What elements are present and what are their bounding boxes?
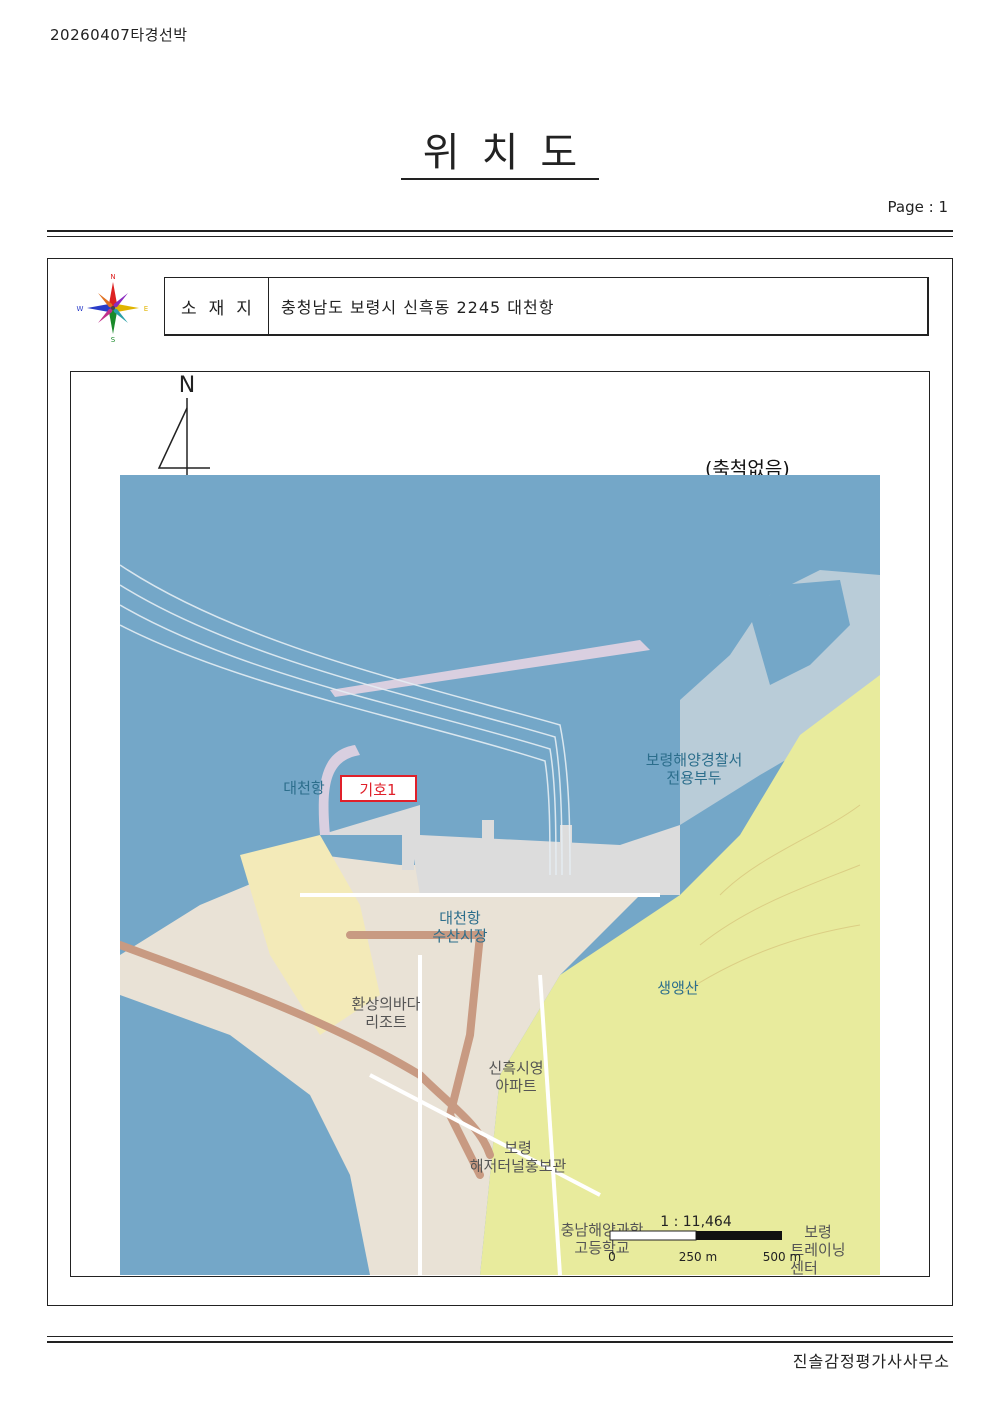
svg-text:전용부두: 전용부두 xyxy=(666,769,721,787)
bottom-rule-thin xyxy=(47,1336,953,1337)
compass-rose-icon: N S E W xyxy=(77,273,149,344)
svg-text:수산시장: 수산시장 xyxy=(432,927,487,945)
bottom-rule xyxy=(47,1341,953,1343)
location-map: 대천항 보령해양경찰서 전용부두 대천항 수산시장 생앵산 환상의바다 리조트 … xyxy=(120,475,880,1275)
label-training-center: 보령 xyxy=(804,1223,832,1241)
label-fish-market: 대천항 xyxy=(439,909,481,927)
svg-text:W: W xyxy=(77,305,84,313)
address-label: 소재지 xyxy=(165,278,269,334)
marker-label: 기호1 xyxy=(359,781,396,799)
svg-text:N: N xyxy=(179,373,195,398)
office-name: 진솔감정평가사사무소 xyxy=(792,1352,950,1371)
address-box: 소재지 충청남도 보령시 신흑동 2245 대천항 xyxy=(164,277,929,336)
label-resort: 환상의바다 xyxy=(351,995,420,1013)
svg-text:500 m: 500 m xyxy=(763,1250,801,1264)
document-id: 20260407타경선박 xyxy=(50,26,188,44)
svg-text:해저터널홍보관: 해저터널홍보관 xyxy=(470,1157,567,1175)
svg-text:S: S xyxy=(111,336,116,344)
svg-text:고등학교: 고등학교 xyxy=(574,1239,629,1257)
label-saengaeng-mountain: 생앵산 xyxy=(657,979,699,997)
page-number: Page : 1 xyxy=(887,198,948,216)
top-rule-thin xyxy=(47,236,953,237)
label-apartment: 신흑시영 xyxy=(488,1059,543,1077)
top-rule xyxy=(47,230,953,232)
label-tunnel-hall: 보령 xyxy=(504,1139,532,1157)
address-value: 충청남도 보령시 신흑동 2245 대천항 xyxy=(281,298,555,317)
label-daecheon-port: 대천항 xyxy=(283,779,325,797)
svg-text:1 : 11,464: 1 : 11,464 xyxy=(660,1214,732,1230)
svg-text:E: E xyxy=(144,305,148,313)
svg-text:아파트: 아파트 xyxy=(495,1077,537,1095)
svg-text:N: N xyxy=(110,273,115,281)
page-title: 위치도 xyxy=(0,128,1000,180)
svg-text:250 m: 250 m xyxy=(679,1250,717,1264)
svg-text:0: 0 xyxy=(608,1250,616,1264)
svg-text:리조트: 리조트 xyxy=(365,1013,407,1031)
label-coast-guard: 보령해양경찰서 xyxy=(646,751,743,769)
